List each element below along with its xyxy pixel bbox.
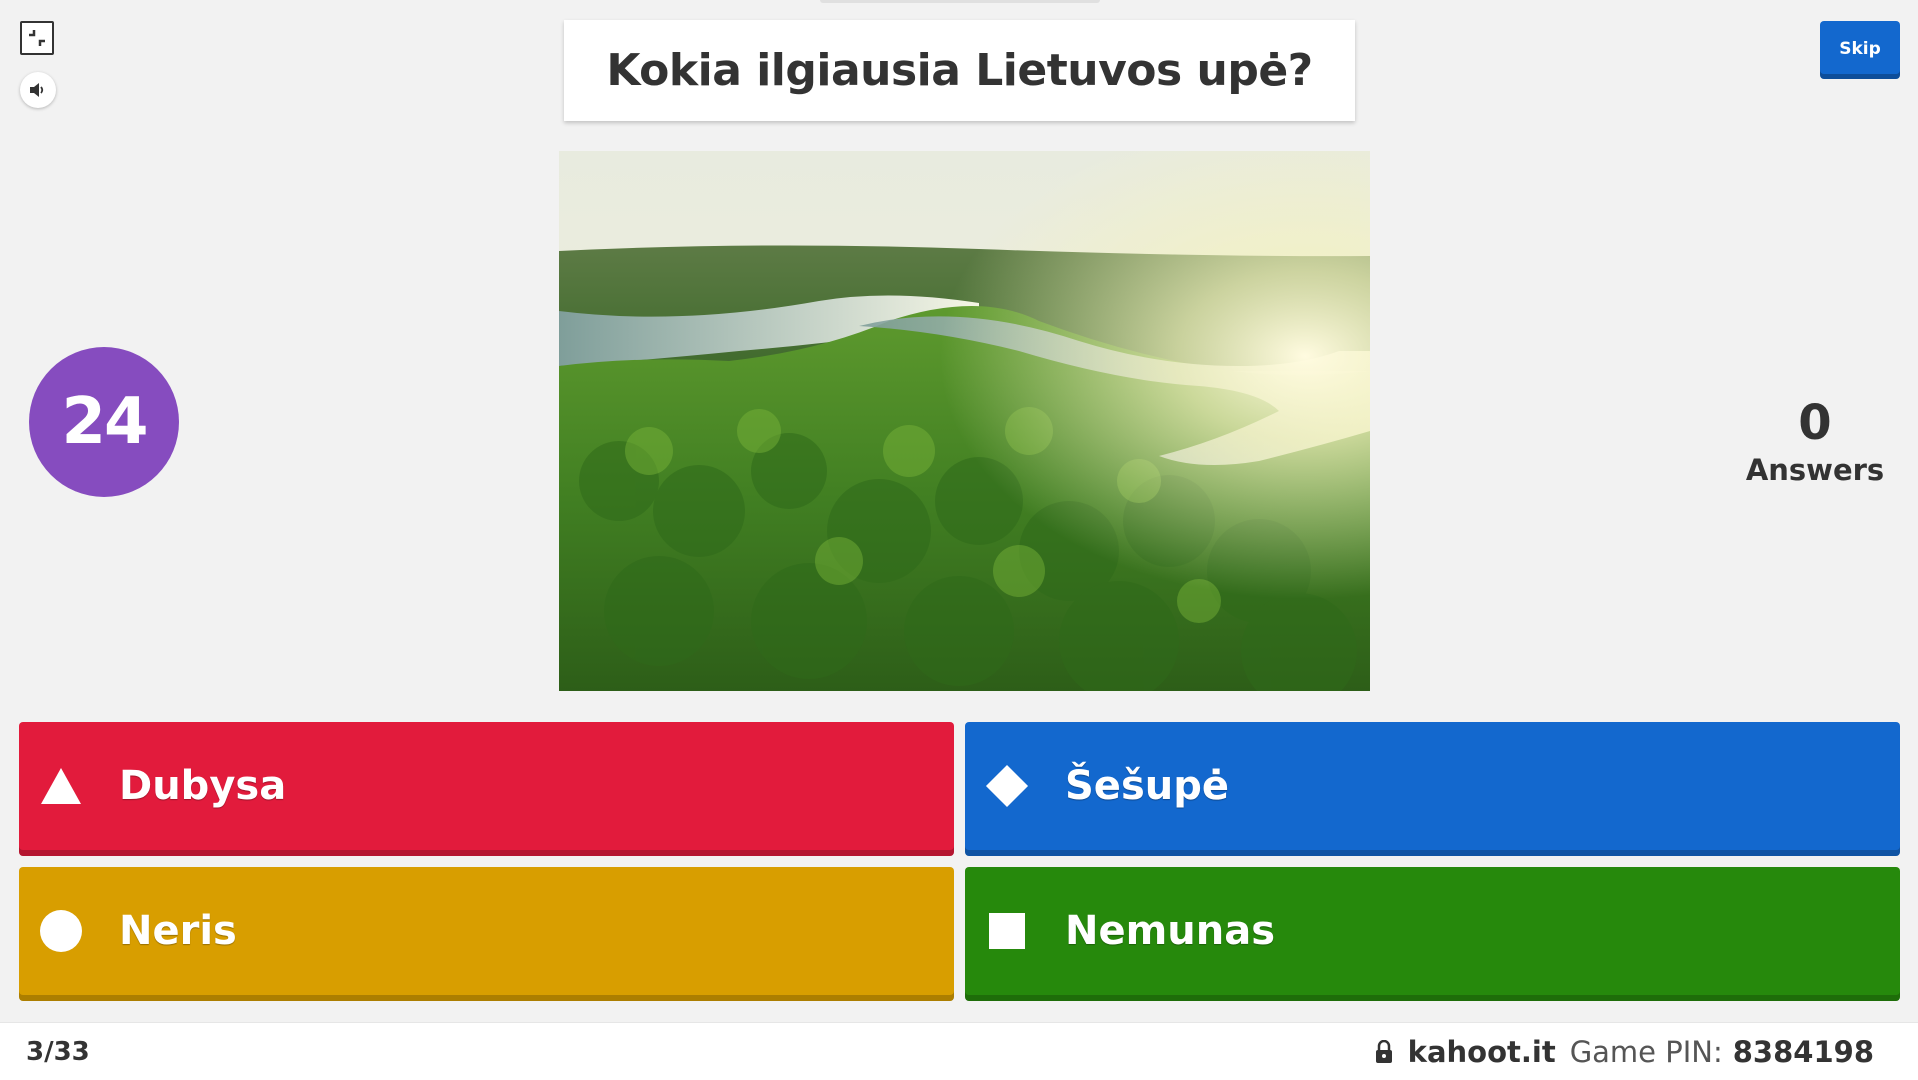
exit-fullscreen-button[interactable] <box>20 21 54 55</box>
game-pin-area: kahoot.it Game PIN: 8384198 <box>1374 1035 1874 1069</box>
answers-label: Answers <box>1745 452 1885 487</box>
answer-label: Dubysa <box>119 763 287 809</box>
question-progress: 3/33 <box>26 1036 90 1067</box>
speaker-icon <box>30 83 44 97</box>
answer-label: Šešupė <box>1065 763 1229 809</box>
footer-bar: 3/33 kahoot.it Game PIN: 8384198 <box>0 1022 1918 1080</box>
lock-icon <box>1375 1039 1392 1063</box>
answers-count: 0 <box>1798 395 1832 451</box>
answer-option-diamond[interactable]: Šešupė <box>965 722 1900 856</box>
exit-fullscreen-icon <box>29 30 45 46</box>
answer-label: Neris <box>119 908 237 954</box>
triangle-icon <box>39 764 83 808</box>
diamond-icon <box>985 764 1029 808</box>
circle-icon <box>39 909 83 953</box>
countdown-timer: 24 <box>29 347 179 497</box>
top-divider <box>820 0 1100 3</box>
game-pin-value: 8384198 <box>1732 1034 1874 1069</box>
river-landscape-image <box>559 151 1370 691</box>
skip-button[interactable]: Skip <box>1820 21 1900 79</box>
answer-label: Nemunas <box>1065 908 1276 954</box>
sound-toggle-button[interactable] <box>20 72 56 108</box>
site-url: kahoot.it <box>1407 1034 1556 1069</box>
game-pin-label: Game PIN: <box>1569 1034 1723 1069</box>
square-icon <box>985 909 1029 953</box>
answer-option-triangle[interactable]: Dubysa <box>19 722 954 856</box>
answer-option-square[interactable]: Nemunas <box>965 867 1900 1001</box>
answers-counter: 0 Answers <box>1730 395 1900 487</box>
answer-option-circle[interactable]: Neris <box>19 867 954 1001</box>
question-title: Kokia ilgiausia Lietuvos upė? <box>564 20 1355 121</box>
